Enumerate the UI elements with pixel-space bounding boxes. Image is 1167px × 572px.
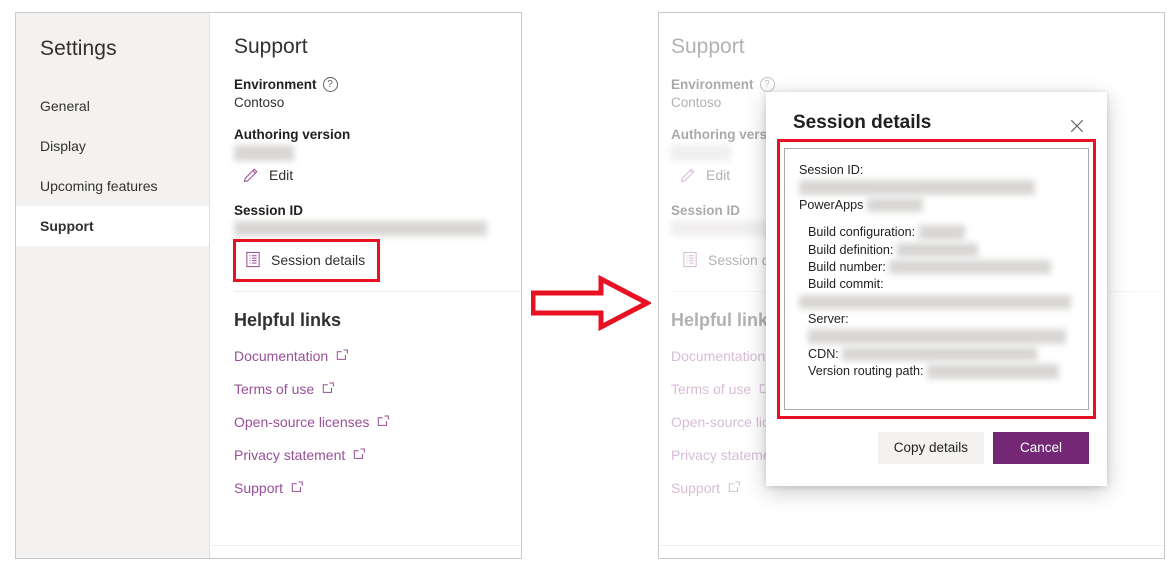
session-details-dialog: Session details Session ID: aae07511-3ee…: [766, 92, 1107, 486]
link-support[interactable]: Support: [234, 480, 304, 496]
detail-cdn-label: CDN:: [808, 346, 839, 361]
sidebar-item-label: General: [40, 98, 90, 114]
environment-label: Environment ?: [234, 77, 521, 92]
helpful-links-title: Helpful links: [234, 310, 342, 331]
session-details-label: Session details: [271, 251, 366, 268]
authoring-version-label-text: Authoring version: [234, 127, 351, 142]
close-icon[interactable]: [1065, 114, 1089, 138]
settings-panel-after: Support Environment ? Contoso Authoring …: [658, 12, 1165, 559]
detail-cdn-value: https://cdn-paatesto.azureedge.net: [842, 346, 1037, 362]
link-label: Privacy statement: [234, 447, 346, 464]
detail-build-definition: Build definition: PowerApps-CI: [799, 242, 1074, 259]
detail-spacer: [799, 214, 1074, 224]
detail-build-configuration-value: Release: [918, 225, 965, 240]
detail-powerapps-value: 3.21061.0: [866, 197, 923, 213]
sidebar-item-upcoming-features[interactable]: Upcoming features: [16, 166, 209, 206]
link-terms-of-use[interactable]: Terms of use: [234, 381, 335, 397]
detail-server-value: https://instance-us-test.create.powerapp…: [808, 329, 1066, 344]
sidebar-item-support[interactable]: Support: [16, 206, 209, 246]
sidebar-item-display[interactable]: Display: [16, 126, 209, 166]
detail-server: Server: https://instance-us-test.create.…: [799, 311, 1074, 346]
environment-value: Contoso: [234, 95, 285, 110]
cancel-button[interactable]: Cancel: [993, 431, 1089, 464]
session-details-button[interactable]: Session details: [236, 244, 374, 275]
detail-powerapps-label: PowerApps: [799, 197, 864, 212]
help-circle-icon[interactable]: ?: [322, 77, 338, 92]
detail-build-commit-label: Build commit:: [808, 277, 884, 292]
link-label: Terms of use: [234, 381, 315, 398]
sidebar-item-label: Upcoming features: [40, 178, 158, 194]
settings-title: Settings: [40, 37, 117, 60]
content-bottom-rule: [211, 545, 521, 546]
link-label: Open-source licenses: [234, 414, 370, 431]
detail-build-definition-label: Build definition:: [808, 242, 894, 257]
settings-sidebar: Settings General Display Upcoming featur…: [16, 13, 210, 558]
external-link-icon: [353, 447, 366, 463]
dialog-title: Session details: [793, 112, 932, 133]
sidebar-item-label: Display: [40, 138, 86, 154]
session-details-textbox[interactable]: Session ID: aae07511-3ee2-4923-9070-792c…: [784, 148, 1089, 410]
detail-build-number: Build number: PowerApps-CI_20210524.04: [799, 259, 1074, 276]
detail-build-number-value: PowerApps-CI_20210524.04: [889, 259, 1051, 275]
authoring-version-label: Authoring version: [234, 127, 521, 142]
sidebar-item-label: Support: [40, 218, 94, 234]
authoring-version-redacted: 3.21061.0: [234, 145, 295, 161]
list-document-icon: [245, 251, 261, 268]
detail-build-configuration: Build configuration: Release: [799, 224, 1074, 241]
detail-build-commit: Build commit:: [799, 276, 1074, 293]
link-label: Documentation: [234, 348, 329, 365]
settings-nav-list: General Display Upcoming features Suppor…: [16, 86, 209, 246]
detail-build-number-label: Build number:: [808, 259, 886, 274]
detail-server-label: Server:: [808, 312, 849, 326]
detail-build-configuration-label: Build configuration:: [808, 225, 916, 240]
red-right-arrow-annotation: [530, 274, 653, 332]
page-title: Support: [234, 35, 308, 58]
detail-build-commit-value-row: b4809a8e123929162fbe4f56adf798202a9f5cae…: [799, 294, 1074, 311]
content-divider: [234, 291, 521, 293]
environment-label-text: Environment: [234, 77, 317, 92]
detail-session-id-value: aae07511-3ee2-4923-9070-792cb1e82af2: [799, 180, 1035, 195]
external-link-icon: [377, 414, 390, 430]
detail-build-definition-value: PowerApps-CI: [896, 242, 979, 257]
detail-version-routing-path: Version routing path: v3.21061.0.1875036…: [799, 363, 1074, 380]
session-id-label: Session ID: [234, 203, 521, 218]
external-link-icon: [336, 348, 349, 364]
copy-details-button[interactable]: Copy details: [877, 431, 984, 464]
dialog-footer: Copy details Cancel: [766, 410, 1107, 486]
link-documentation[interactable]: Documentation: [234, 348, 349, 364]
external-link-icon: [291, 480, 304, 496]
external-link-icon: [322, 381, 335, 397]
session-id-value: aae07511-3ee2-4923-9070-792cb1e82af2: [234, 220, 521, 237]
link-label: Support: [234, 480, 284, 497]
dialog-header: Session details: [766, 92, 1107, 148]
session-details-annotated-region: Session details: [233, 239, 380, 283]
link-privacy-statement[interactable]: Privacy statement: [234, 447, 366, 463]
dialog-body: Session ID: aae07511-3ee2-4923-9070-792c…: [766, 139, 1107, 419]
detail-session-id: Session ID: aae07511-3ee2-4923-9070-792c…: [799, 162, 1074, 197]
pencil-icon: [242, 167, 259, 184]
detail-version-routing-path-label: Version routing path:: [808, 364, 924, 379]
session-id-redacted: aae07511-3ee2-4923-9070-792cb1e82af2: [234, 220, 487, 237]
detail-powerapps: PowerApps 3.21061.0: [799, 197, 1074, 214]
support-content: Support Environment ? Contoso Authoring …: [211, 13, 521, 558]
session-id-label-text: Session ID: [234, 202, 304, 218]
settings-panel-before: Settings General Display Upcoming featur…: [15, 12, 522, 559]
edit-button[interactable]: Edit: [242, 167, 293, 184]
detail-version-routing-path-value: v3.21061.0.18750361.0: [927, 364, 1060, 379]
link-open-source-licenses[interactable]: Open-source licenses: [234, 414, 390, 430]
detail-session-id-label: Session ID:: [799, 163, 864, 177]
detail-cdn: CDN: https://cdn-paatesto.azureedge.net: [799, 346, 1074, 363]
edit-label: Edit: [269, 167, 294, 184]
authoring-version-value: 3.21061.0: [234, 145, 521, 161]
sidebar-item-general[interactable]: General: [16, 86, 209, 126]
detail-build-commit-value: b4809a8e123929162fbe4f56adf798202a9f5cae…: [799, 294, 1072, 310]
